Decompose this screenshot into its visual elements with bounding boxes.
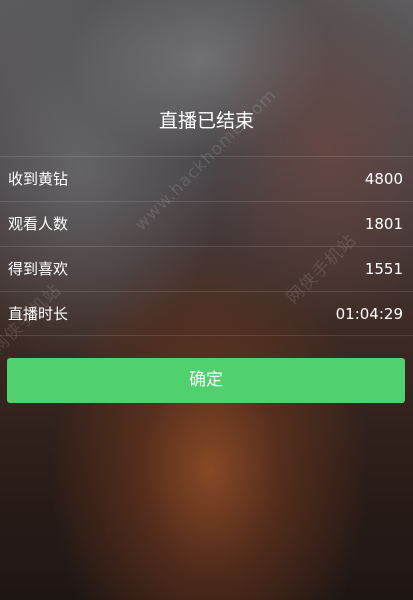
stat-row-yellow-diamonds: 收到黄钻 4800 xyxy=(0,156,413,201)
stat-value: 1801 xyxy=(364,215,403,233)
confirm-button[interactable]: 确定 xyxy=(7,358,405,403)
stat-label: 收到黄钻 xyxy=(8,170,69,188)
stat-value: 1551 xyxy=(364,260,403,278)
stat-row-duration: 直播时长 01:04:29 xyxy=(0,291,413,336)
stat-label: 得到喜欢 xyxy=(8,260,69,278)
stats-list: 收到黄钻 4800 观看人数 1801 得到喜欢 1551 直播时长 01:04… xyxy=(0,156,413,336)
page-title: 直播已结束 xyxy=(158,110,254,132)
stat-value: 01:04:29 xyxy=(335,305,403,323)
stat-row-likes: 得到喜欢 1551 xyxy=(0,246,413,291)
stat-row-viewers: 观看人数 1801 xyxy=(0,201,413,246)
stat-label: 观看人数 xyxy=(8,215,69,233)
stat-label: 直播时长 xyxy=(8,305,69,323)
live-ended-screen: www.hackhome.com 网侠手机站 网侠手机站 直播已结束 收到黄钻 … xyxy=(0,0,413,600)
stat-value: 4800 xyxy=(364,170,403,188)
